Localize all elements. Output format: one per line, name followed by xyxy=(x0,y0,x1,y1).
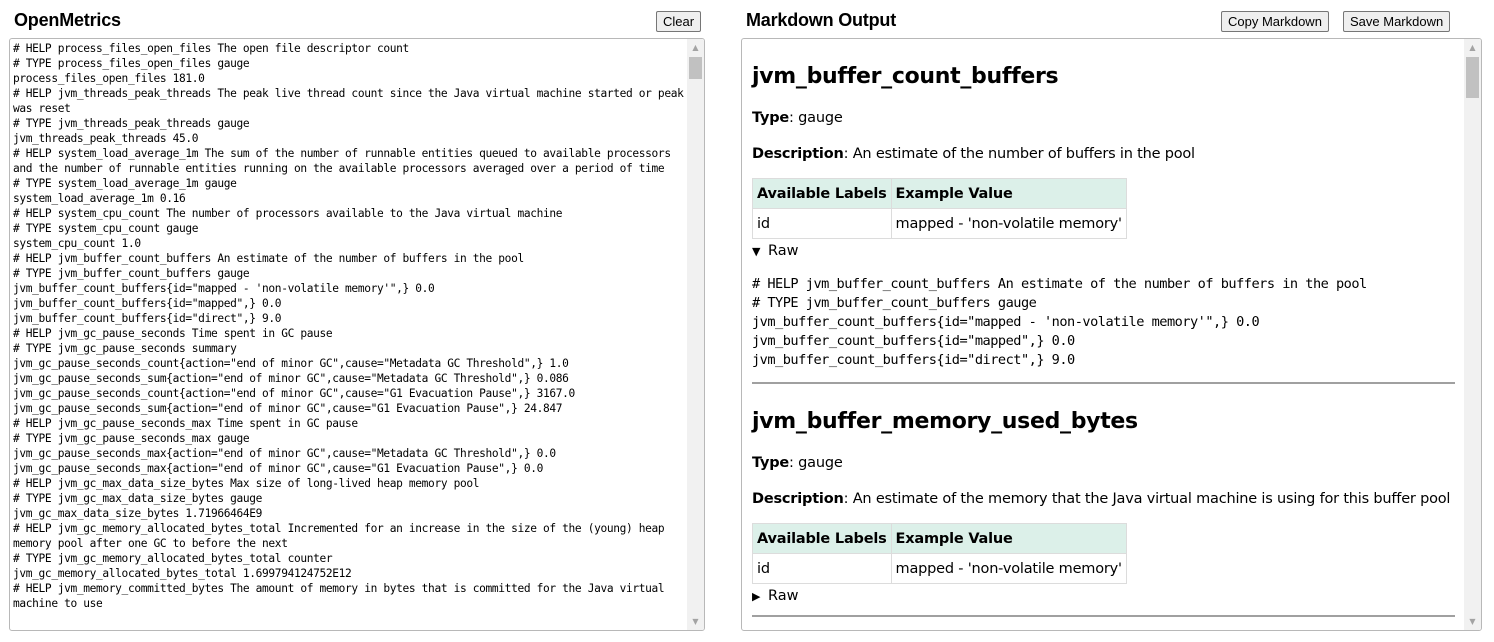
source-line: # HELP system_load_average_1m The sum of… xyxy=(13,147,678,175)
raw-label: Raw xyxy=(768,588,799,604)
source-line: jvm_buffer_count_buffers{id="direct",} 9… xyxy=(13,312,282,325)
metric-type: Type: gauge xyxy=(752,109,1455,127)
source-line: # TYPE jvm_gc_max_data_size_bytes gauge xyxy=(13,492,263,505)
description-colon: : xyxy=(843,146,853,162)
source-line: # HELP process_files_open_files The open… xyxy=(13,42,409,55)
source-line: # TYPE system_load_average_1m gauge xyxy=(13,177,237,190)
label-name-cell: id xyxy=(752,208,892,239)
clear-button[interactable]: Clear xyxy=(656,11,702,32)
source-line: jvm_gc_pause_seconds_sum{action="end of … xyxy=(13,402,563,415)
source-line: jvm_buffer_count_buffers{id="mapped",} 0… xyxy=(13,297,282,310)
description-value: An estimate of the memory that the Java … xyxy=(852,491,1451,507)
metric-heading: jvm_buffer_count_buffers xyxy=(752,64,1059,89)
source-line: # TYPE jvm_gc_pause_seconds summary xyxy=(13,342,237,355)
save-markdown-button[interactable]: Save Markdown xyxy=(1343,11,1451,32)
labels-table-header: Available Labels Example Value xyxy=(752,178,1127,209)
table-row: id mapped - 'non-volatile memory' xyxy=(752,553,1127,584)
markdown-output-title: Markdown Output xyxy=(746,10,896,30)
type-label: Type xyxy=(752,110,790,126)
type-colon: : xyxy=(789,110,799,126)
markdown-output-content: jvm_buffer_count_buffers Type: gauge Descr… xyxy=(752,39,1455,617)
triangle-right-icon: ▶ xyxy=(752,590,761,603)
example-value-cell: mapped - 'non-volatile memory' xyxy=(890,553,1127,584)
source-line: # HELP jvm_gc_max_data_size_bytes Max si… xyxy=(13,477,480,490)
column-header: Example Value xyxy=(890,178,1127,209)
source-line: system_load_average_1m 0.16 xyxy=(13,192,186,205)
source-line: # HELP jvm_gc_pause_seconds_max Time spe… xyxy=(13,417,358,430)
source-line: jvm_buffer_count_buffers{id="mapped - 'n… xyxy=(13,282,435,295)
source-line: jvm_gc_pause_seconds_count{action="end o… xyxy=(13,357,569,370)
source-line: # TYPE jvm_gc_memory_allocated_bytes_tot… xyxy=(13,552,333,565)
raw-toggle[interactable]: ▶ Raw xyxy=(752,587,1455,606)
source-line: # HELP jvm_buffer_count_buffers An estim… xyxy=(13,252,524,265)
source-line: jvm_gc_memory_allocated_bytes_total 1.69… xyxy=(13,567,352,580)
source-line: jvm_gc_max_data_size_bytes 1.71966464E9 xyxy=(13,507,263,520)
column-header: Available Labels xyxy=(752,523,892,554)
source-line: jvm_gc_pause_seconds_max{action="end of … xyxy=(13,462,543,475)
source-line: # HELP jvm_memory_committed_bytes The am… xyxy=(13,582,671,610)
labels-table-header: Available Labels Example Value xyxy=(752,523,1127,554)
source-line: system_cpu_count 1.0 xyxy=(13,237,141,250)
source-line: # TYPE jvm_threads_peak_threads gauge xyxy=(13,117,250,130)
example-value-cell: mapped - 'non-volatile memory' xyxy=(890,208,1127,239)
output-scroll-thumb[interactable] xyxy=(1466,57,1479,98)
column-header: Available Labels xyxy=(752,178,892,209)
column-header: Example Value xyxy=(890,523,1127,554)
metric-section: jvm_buffer_memory_used_bytes Type: gauge D… xyxy=(752,408,1455,617)
markdown-output: jvm_buffer_count_buffers Type: gauge Descr… xyxy=(741,38,1482,631)
description-label: Description xyxy=(752,491,844,507)
type-value: gauge xyxy=(798,110,843,126)
source-line: jvm_gc_pause_seconds_count{action="end o… xyxy=(13,387,575,400)
source-line: # TYPE process_files_open_files gauge xyxy=(13,57,250,70)
raw-label: Raw xyxy=(768,243,799,259)
section-divider xyxy=(752,615,1455,617)
scroll-down-icon[interactable]: ▼ xyxy=(1464,613,1481,630)
metric-description: Description: An estimate of the memory t… xyxy=(752,490,1455,508)
section-divider xyxy=(752,382,1455,384)
source-line: # HELP jvm_threads_peak_threads The peak… xyxy=(13,87,684,115)
openmetrics-input[interactable]: # HELP process_files_open_files The open… xyxy=(9,38,705,631)
label-name-cell: id xyxy=(752,553,892,584)
metric-type: Type: gauge xyxy=(752,454,1455,472)
metric-heading: jvm_buffer_memory_used_bytes xyxy=(752,409,1138,434)
source-line: jvm_threads_peak_threads 45.0 xyxy=(13,132,199,145)
labels-table: Available Labels Example Value id mapped - … xyxy=(752,523,1127,584)
labels-table: Available Labels Example Value id mapped - … xyxy=(752,178,1127,239)
description-colon: : xyxy=(843,491,853,507)
type-label: Type xyxy=(752,455,790,471)
source-line: # TYPE jvm_gc_pause_seconds_max gauge xyxy=(13,432,250,445)
type-colon: : xyxy=(789,455,799,471)
copy-markdown-button[interactable]: Copy Markdown xyxy=(1221,11,1329,32)
openmetrics-title: OpenMetrics xyxy=(14,10,121,30)
description-value: An estimate of the number of buffers in … xyxy=(852,146,1195,162)
metric-description: Description: An estimate of the number o… xyxy=(752,145,1455,163)
raw-block: # HELP jvm_buffer_count_buffers An estim… xyxy=(752,276,1367,368)
source-scroll-thumb[interactable] xyxy=(689,57,702,79)
source-line: # HELP jvm_gc_memory_allocated_bytes_tot… xyxy=(13,522,671,550)
output-scrollbar[interactable]: ▲ ▼ xyxy=(1464,39,1481,630)
metric-section: jvm_buffer_count_buffers Type: gauge Descr… xyxy=(752,63,1455,384)
source-line: jvm_gc_pause_seconds_max{action="end of … xyxy=(13,447,556,460)
openmetrics-input-text[interactable]: # HELP process_files_open_files The open… xyxy=(13,41,685,611)
triangle-down-icon: ▼ xyxy=(752,245,761,258)
source-line: jvm_gc_pause_seconds_sum{action="end of … xyxy=(13,372,569,385)
source-line: # HELP jvm_gc_pause_seconds Time spent i… xyxy=(13,327,333,340)
source-line: # TYPE jvm_buffer_count_buffers gauge xyxy=(13,267,250,280)
source-line: # TYPE system_cpu_count gauge xyxy=(13,222,199,235)
scroll-up-icon[interactable]: ▲ xyxy=(687,39,704,56)
description-label: Description xyxy=(752,146,844,162)
source-line: process_files_open_files 181.0 xyxy=(13,72,205,85)
raw-toggle[interactable]: ▼ Raw xyxy=(752,242,1455,261)
source-line: # HELP system_cpu_count The number of pr… xyxy=(13,207,563,220)
scroll-up-icon[interactable]: ▲ xyxy=(1464,39,1481,56)
source-scrollbar[interactable]: ▲ ▼ xyxy=(687,39,704,630)
table-row: id mapped - 'non-volatile memory' xyxy=(752,208,1127,239)
scroll-down-icon[interactable]: ▼ xyxy=(687,613,704,630)
type-value: gauge xyxy=(798,455,843,471)
